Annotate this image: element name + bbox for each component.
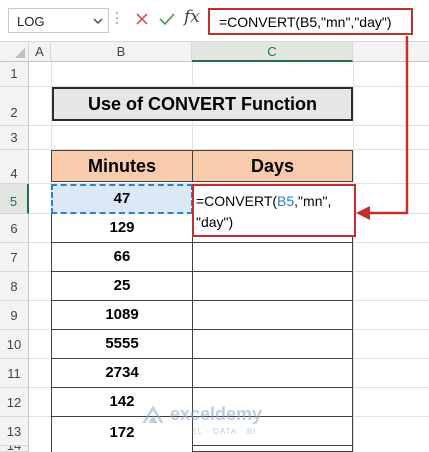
row-number: 9 (10, 308, 18, 323)
header-minutes[interactable]: Minutes (51, 150, 193, 182)
cell-b6[interactable]: 129 (51, 214, 193, 243)
row-header-9[interactable]: 9 (0, 301, 29, 330)
formula-text: =CONVERT(B5,"mn","day") (219, 14, 392, 30)
row-header-14[interactable]: 14 (0, 446, 29, 452)
header-days[interactable]: Days (192, 150, 353, 182)
edit-ref[interactable]: B5 (277, 193, 294, 209)
name-box-value: LOG (17, 14, 45, 29)
cell-c9[interactable] (192, 301, 353, 330)
row-header-6[interactable]: 6 (0, 214, 29, 243)
cell-b7[interactable]: 66 (51, 243, 193, 272)
cell-c8[interactable] (192, 272, 353, 301)
row-header-10[interactable]: 10 (0, 330, 29, 359)
edit-prefix: =CONVERT( (196, 193, 278, 209)
row-header-8[interactable]: 8 (0, 272, 29, 301)
select-all-corner[interactable] (0, 42, 29, 62)
formula-input[interactable]: =CONVERT(B5,"mn","day") (208, 8, 413, 35)
column-header-d[interactable] (353, 42, 429, 62)
row-header-7[interactable]: 7 (0, 243, 29, 272)
row-number: 12 (6, 395, 22, 410)
cell-b14-value[interactable]: 172 (51, 423, 193, 452)
cell-b8[interactable]: 25 (51, 272, 193, 301)
row-header-2[interactable]: 2 (0, 87, 29, 126)
formula-bar-grip (115, 9, 119, 33)
row-header-13[interactable]: 13 (0, 417, 29, 446)
insert-function-icon[interactable]: fx (184, 7, 200, 27)
cell-c10[interactable] (192, 330, 353, 359)
edit-line-2: "day") (196, 214, 234, 230)
enter-check-icon[interactable] (158, 11, 176, 27)
cell-c11[interactable] (192, 359, 353, 388)
row-header-4[interactable]: 4 (0, 150, 29, 184)
chevron-down-icon[interactable] (93, 16, 103, 26)
row-number: 11 (7, 366, 21, 381)
row-header-11[interactable]: 11 (0, 359, 29, 388)
edit-line-1: =CONVERT(B5,"mn", (196, 191, 354, 212)
row-number: 3 (10, 130, 18, 145)
row-number: 10 (6, 337, 22, 352)
cell-c14[interactable] (192, 446, 353, 452)
cancel-icon[interactable] (134, 11, 150, 27)
row-number: 7 (10, 250, 18, 265)
row-number: 1 (10, 66, 18, 81)
column-header-b[interactable]: B (51, 42, 192, 62)
formula-bar: LOG fx =CONVERT(B5,"mn","day") (0, 0, 429, 42)
cell-c7[interactable] (192, 243, 353, 272)
cell-b5[interactable]: 47 (51, 184, 193, 214)
name-box[interactable]: LOG (8, 8, 109, 33)
cell-b11[interactable]: 2734 (51, 359, 193, 388)
row-header-12[interactable]: 12 (0, 388, 29, 417)
watermark-name: exceldemy (170, 404, 263, 424)
sheet-title[interactable]: Use of CONVERT Function (52, 87, 353, 121)
row-header-1[interactable]: 1 (0, 62, 29, 87)
column-header-a[interactable]: A (29, 42, 51, 62)
row-number: 13 (6, 424, 22, 439)
row-number: 6 (10, 221, 18, 236)
row-number: 8 (10, 279, 18, 294)
column-header-c[interactable]: C (192, 42, 353, 62)
row-header-5[interactable]: 5 (0, 184, 29, 214)
cell-c5-editing[interactable]: =CONVERT(B5,"mn", "day") (192, 184, 356, 237)
cell-b9[interactable]: 1089 (51, 301, 193, 330)
cell-b10[interactable]: 5555 (51, 330, 193, 359)
row-header-3[interactable]: 3 (0, 126, 29, 150)
edit-suffix: ,"mn", (294, 193, 332, 209)
